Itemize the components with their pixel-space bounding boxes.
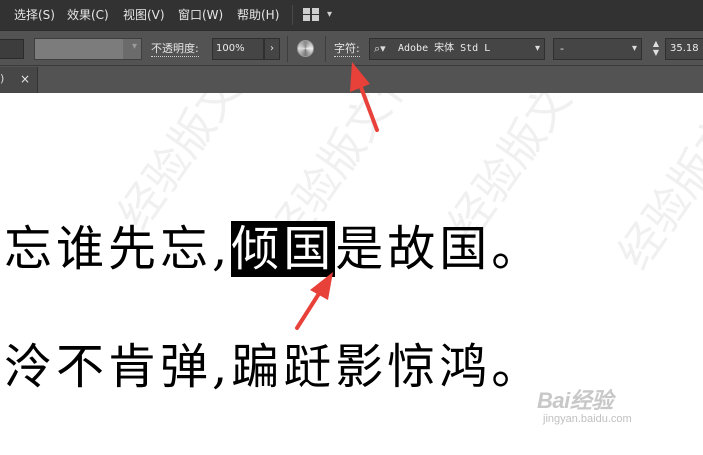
selected-text[interactable]: 倾国 <box>231 221 336 277</box>
document-tab-bar: ) × <box>0 65 703 94</box>
opacity-input[interactable]: 100% <box>212 38 264 60</box>
menu-select[interactable]: 选择(S) <box>14 6 55 24</box>
style-swatch-dropdown[interactable]: ▾ <box>34 38 142 60</box>
chevron-down-icon: ▾ <box>131 41 137 52</box>
watermark-text: 经验版文化经验版 <box>609 93 703 279</box>
watermark-text: 经验版文化经验版 <box>100 93 354 240</box>
font-family-field[interactable]: ⌕▾ Adobe 宋体 Std L ▾ <box>369 38 545 60</box>
menu-help[interactable]: 帮助(H) <box>237 6 279 24</box>
tab-title-fragment: ) <box>0 72 5 85</box>
chevron-down-icon[interactable]: ▾ <box>535 39 540 59</box>
control-bar: ▾ 不透明度: 100% › 字符: ⌕▾ Adobe 宋体 Std L ▾ -… <box>0 30 703 65</box>
font-family-value[interactable]: Adobe 宋体 Std L <box>398 39 490 59</box>
workspace-grid-icon[interactable] <box>303 8 319 21</box>
opacity-label[interactable]: 不透明度: <box>151 41 199 57</box>
baidu-url: jingyan.baidu.com <box>543 413 632 425</box>
menu-bar: 选择(S) 效果(C) 视图(V) 窗口(W) 帮助(H) ▾ <box>0 0 703 30</box>
stepper-arrows-icon[interactable]: ▲ ▼ <box>650 39 662 59</box>
document-tab[interactable]: ) × <box>0 67 38 94</box>
control-divider <box>287 36 288 62</box>
font-style-dropdown[interactable]: - ▾ <box>553 38 642 60</box>
text-line-2[interactable]: 泠不肯弹,蹁跹影惊鸿。 <box>4 338 543 396</box>
control-divider <box>325 36 326 62</box>
chevron-right-icon: › <box>270 43 274 54</box>
chevron-down-icon[interactable]: ▾ <box>327 6 332 24</box>
opacity-expand-button[interactable]: › <box>264 38 280 60</box>
text-after-selection[interactable]: 是故国。 <box>335 221 543 277</box>
font-search-icon[interactable]: ⌕▾ <box>374 42 386 56</box>
menu-view[interactable]: 视图(V) <box>123 6 165 24</box>
baidu-watermark: Bai经验 jingyan.baidu.com <box>537 383 632 425</box>
artboard-canvas[interactable]: 经验版文化经验版 经验版文化经验版 经验版文化经验版 经验版文化经验版 忘谁先忘… <box>0 93 703 455</box>
style-swatch-preview <box>35 39 123 59</box>
close-icon[interactable]: × <box>20 72 30 86</box>
baidu-logo: Bai经验 <box>537 388 613 413</box>
recolor-artwork-icon[interactable] <box>297 40 314 57</box>
menu-divider <box>292 5 293 25</box>
font-style-value: - <box>560 42 564 55</box>
menu-window[interactable]: 窗口(W) <box>178 6 223 24</box>
chevron-down-icon: ▾ <box>631 43 637 54</box>
menu-effect[interactable]: 效果(C) <box>67 6 109 24</box>
text-before-selection[interactable]: 忘谁先忘, <box>4 221 231 277</box>
character-panel-link[interactable]: 字符: <box>334 41 360 57</box>
text-line-1[interactable]: 忘谁先忘,倾国是故国。 <box>4 220 543 278</box>
font-size-input[interactable]: 35.18 <box>665 38 703 60</box>
stroke-weight-dropdown[interactable] <box>0 39 24 59</box>
